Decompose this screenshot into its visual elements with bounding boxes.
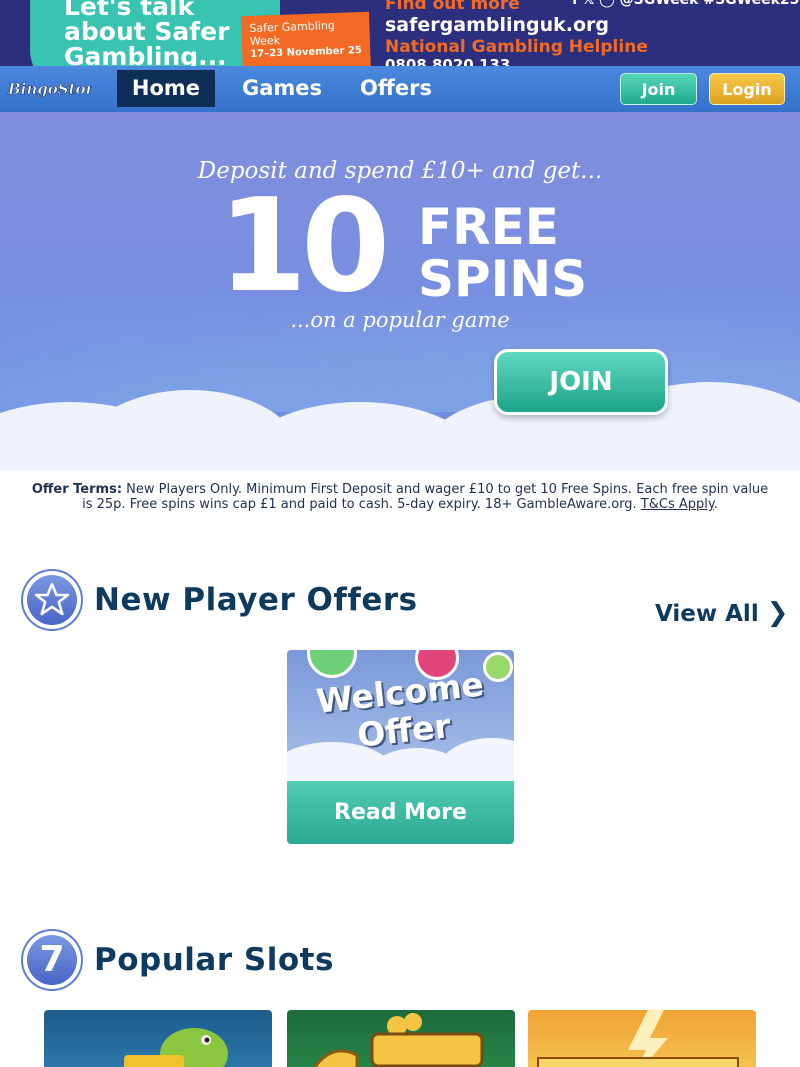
main-nav: BingoStorm Home Games Offers Join Login [0,66,800,112]
banner-phone: 0808 8020 133 [385,56,511,66]
nav-games[interactable]: Games [232,70,332,107]
offer-terms-end: . [713,497,718,512]
hero-spins: SPINS [418,250,588,308]
offer-terms: Offer Terms: New Players Only. Minimum F… [30,482,770,512]
banner-headline: Let's talk about Safer Gambling... [64,0,230,66]
star-icon [21,569,83,631]
x-icon: 𝕏 [582,0,595,8]
banner-social: f 𝕏 ◯ @SGWeek #SGWeek25 [572,0,799,8]
hero-big-number: 10 [218,172,390,321]
banner-event-name: Safer Gambling Week [249,18,336,48]
nav-offers[interactable]: Offers [347,70,445,107]
offer-terms-label: Offer Terms: [31,482,123,497]
banner-helpline: National Gambling Helpline [385,37,648,57]
instagram-icon: ◯ [599,0,615,8]
hero-game-line: ...on a popular game [290,308,510,332]
chevron-right-icon: ❯ [766,598,789,628]
login-button[interactable]: Login [709,73,785,105]
banner-social-handle: @SGWeek #SGWeek25 [619,0,800,8]
safer-gambling-banner[interactable]: Let's talk about Safer Gambling... Safer… [0,0,800,66]
slot-tile-pots-of-gold[interactable] [287,1010,515,1067]
join-button[interactable]: Join [620,73,697,105]
banner-site-link[interactable]: safergamblinguk.org [385,14,609,36]
pot-of-gold-icon [313,1013,484,1067]
hero-deposit-line: Deposit and spend £10+ and get... [197,158,603,184]
slot-tile-gold-blitz[interactable] [528,1010,756,1067]
welcome-offer-card[interactable]: Welcome Offer Read More [287,650,514,844]
bingostorm-logo[interactable]: BingoStorm [6,74,92,102]
view-all-link[interactable]: View All ❯ [655,598,789,628]
hero-join-button[interactable]: JOIN [494,349,668,415]
hero-banner: Deposit and spend £10+ and get... 10 FRE… [0,112,800,470]
popular-slots-title: Popular Slots [94,942,334,978]
lightning-icon [537,1010,739,1067]
fish-icon [124,1028,228,1067]
tcs-link[interactable]: T&Cs Apply [641,497,714,512]
facebook-icon: f [572,0,579,8]
nav-home[interactable]: Home [117,70,215,107]
read-more-button[interactable]: Read More [287,781,514,844]
slot-tile-fishing[interactable] [44,1010,272,1067]
new-player-offers-title: New Player Offers [94,582,418,618]
welcome-offer-image: Welcome Offer [287,650,514,781]
hero-free: FREE [418,198,559,256]
banner-event-dates: 17–23 November 25 [250,45,363,60]
banner-event-box: Safer Gambling Week 17–23 November 25 [240,11,372,66]
banner-find-out: Find out more [385,0,520,14]
logo-text: BingoStorm [7,80,92,98]
seven-icon: 7 [21,929,83,991]
view-all-label: View All [655,601,759,627]
